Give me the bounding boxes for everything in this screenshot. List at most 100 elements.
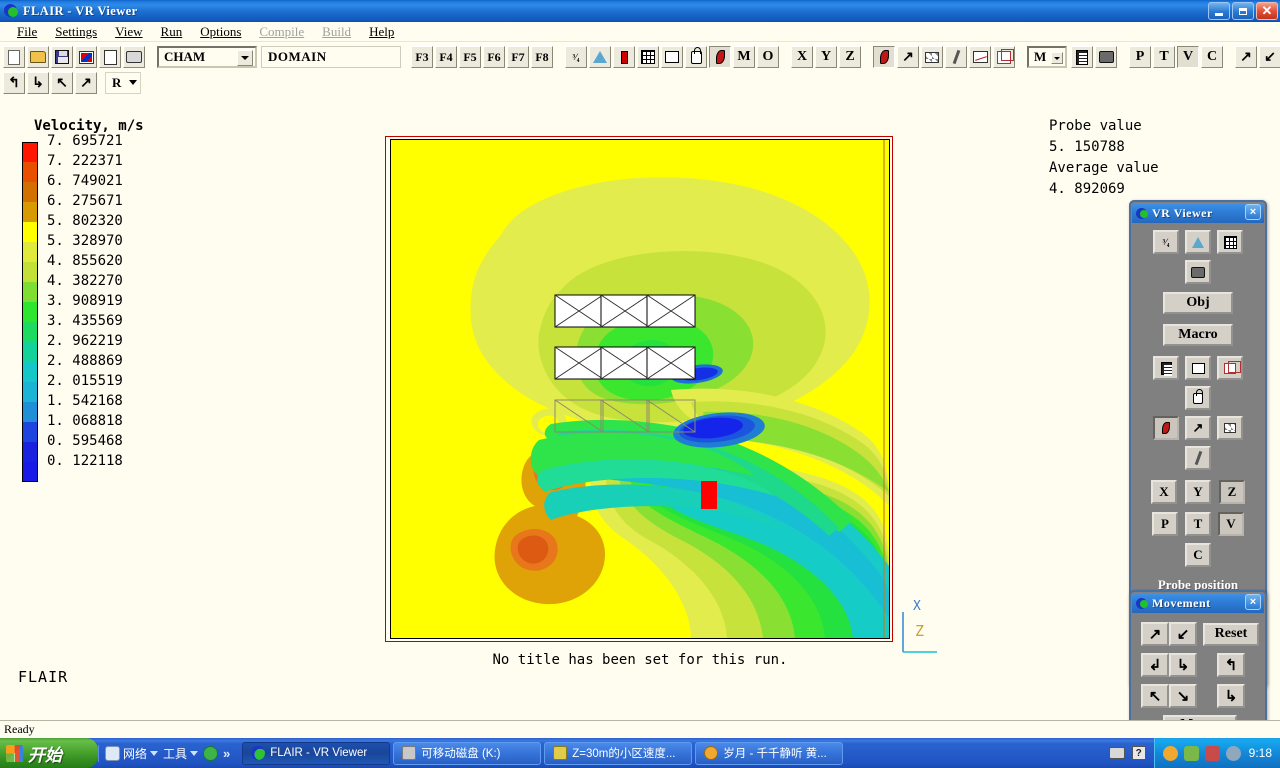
velocity-button[interactable]: V <box>1218 512 1244 536</box>
menu-options[interactable]: Options <box>191 23 250 41</box>
print-button[interactable] <box>123 46 145 68</box>
fkey-f6-button[interactable]: F6 <box>483 46 505 68</box>
reload-button[interactable] <box>99 46 121 68</box>
pressure-button[interactable]: P <box>1129 46 1151 68</box>
chevron-down-icon[interactable] <box>150 751 158 756</box>
zoom-in-button[interactable]: ↗ <box>1235 46 1257 68</box>
rotate-up-button[interactable]: ↰ <box>3 72 25 94</box>
rotate-ccw-button[interactable]: ↳ <box>1217 684 1245 708</box>
velocity-button[interactable]: V <box>1177 46 1199 68</box>
axis-x-button[interactable]: X <box>1151 480 1177 504</box>
plot-area[interactable]: X Z No title has been set for this run. <box>385 136 893 642</box>
move-up-right-button[interactable]: ↗ <box>1141 622 1169 646</box>
vector-button[interactable]: ↗ <box>1185 416 1211 440</box>
camera-button[interactable] <box>1185 260 1211 284</box>
fraction-button[interactable]: ³⁄₄ <box>565 46 587 68</box>
quicklaunch-item-network[interactable]: 网络 <box>105 745 158 762</box>
outline-button[interactable] <box>661 46 683 68</box>
streamline-button[interactable] <box>921 46 943 68</box>
cube-button[interactable] <box>1217 356 1243 380</box>
rotate-left-button[interactable]: ↖ <box>51 72 73 94</box>
fkey-f7-button[interactable]: F7 <box>507 46 529 68</box>
volume-muted-icon[interactable] <box>1205 746 1220 761</box>
iso-button[interactable] <box>945 46 967 68</box>
menu-file[interactable]: File <box>8 23 46 41</box>
taskbar-item-removable-disk[interactable]: 可移动磁盘 (K:) <box>393 742 541 765</box>
concentration-button[interactable]: C <box>1185 543 1211 567</box>
taskbar-item-music-player[interactable]: 岁月 - 千千静听 黄... <box>695 742 843 765</box>
quicklaunch-overflow-button[interactable]: » <box>223 746 230 761</box>
lock-button[interactable] <box>685 46 707 68</box>
red-marker-button[interactable] <box>613 46 635 68</box>
axis-x-button[interactable]: X <box>791 46 813 68</box>
quicklaunch-item-tools[interactable]: 工具 <box>163 745 198 762</box>
menu-run[interactable]: Run <box>152 23 192 41</box>
fkey-f8-button[interactable]: F8 <box>531 46 553 68</box>
axis-z-button[interactable]: Z <box>1219 480 1245 504</box>
close-button[interactable]: ✕ <box>1256 2 1278 20</box>
cone-button[interactable] <box>589 46 611 68</box>
obj-button[interactable]: Obj <box>1163 292 1233 314</box>
case-combo[interactable]: CHAM <box>157 46 257 68</box>
camera-button[interactable] <box>1095 46 1117 68</box>
movement-panel[interactable]: Movement × ↗ ↙ Reset ↲ ↳ <box>1129 590 1267 740</box>
macro-button[interactable]: Macro <box>1163 324 1233 346</box>
lock-button[interactable] <box>1185 386 1211 410</box>
rotate-down-button[interactable]: ↳ <box>27 72 49 94</box>
start-button[interactable]: 开始 <box>0 738 98 768</box>
axis-z-button[interactable]: Z <box>839 46 861 68</box>
chevron-down-icon[interactable] <box>237 50 253 66</box>
vr-viewer-close-button[interactable]: × <box>1245 204 1261 220</box>
vector-button[interactable]: ↗ <box>897 46 919 68</box>
film-button[interactable] <box>1071 46 1093 68</box>
user-icon[interactable] <box>1163 746 1178 761</box>
mode-combo[interactable]: M <box>1027 46 1067 68</box>
iso-button[interactable] <box>1185 446 1211 470</box>
taskbar-item-flair[interactable]: FLAIR - VR Viewer <box>242 742 390 765</box>
chevron-down-icon[interactable] <box>190 751 198 756</box>
open-file-button[interactable] <box>27 46 49 68</box>
temperature-button[interactable]: T <box>1185 512 1211 536</box>
object-o-button[interactable]: O <box>757 46 779 68</box>
mesh-m-button[interactable]: M <box>733 46 755 68</box>
mesh-grid-button[interactable] <box>637 46 659 68</box>
image-button[interactable] <box>75 46 97 68</box>
new-file-button[interactable] <box>3 46 25 68</box>
concentration-button[interactable]: C <box>1201 46 1223 68</box>
contour-fill-button[interactable] <box>1153 416 1179 440</box>
resolution-combo[interactable]: R <box>105 72 141 94</box>
fraction-button[interactable]: ³⁄₄ <box>1153 230 1179 254</box>
taskbar-clock[interactable]: 9:18 <box>1249 746 1272 760</box>
move-down-left-button[interactable]: ↙ <box>1169 622 1197 646</box>
move-left-button[interactable]: ↲ <box>1141 653 1169 677</box>
rotate-right-button[interactable]: ↗ <box>75 72 97 94</box>
move-right-button[interactable]: ↳ <box>1169 653 1197 677</box>
fkey-f5-button[interactable]: F5 <box>459 46 481 68</box>
move-forward-button[interactable]: ↘ <box>1169 684 1197 708</box>
help-icon[interactable]: ? <box>1132 746 1146 760</box>
temperature-button[interactable]: T <box>1153 46 1175 68</box>
network-activity-icon[interactable] <box>1184 746 1199 761</box>
reset-button[interactable]: Reset <box>1203 623 1259 646</box>
rotate-cw-button[interactable]: ↰ <box>1217 653 1245 677</box>
zoom-out-button[interactable]: ↙ <box>1259 46 1280 68</box>
taskbar-item-z30m[interactable]: Z=30m的小区速度... <box>544 742 692 765</box>
mesh-grid-button[interactable] <box>1217 230 1243 254</box>
contour-toggle-button[interactable] <box>709 46 731 68</box>
restore-button[interactable] <box>1232 2 1254 20</box>
cone-button[interactable] <box>1185 230 1211 254</box>
contour-fill-button[interactable] <box>873 46 895 68</box>
chevron-down-icon[interactable] <box>1051 52 1063 64</box>
axis-y-button[interactable]: Y <box>815 46 837 68</box>
film-button[interactable] <box>1153 356 1179 380</box>
minimize-button[interactable] <box>1208 2 1230 20</box>
axis-y-button[interactable]: Y <box>1185 480 1211 504</box>
outline-button[interactable] <box>1185 356 1211 380</box>
shield-icon[interactable] <box>1226 746 1241 761</box>
object-name-field[interactable]: DOMAIN <box>261 46 401 68</box>
movement-close-button[interactable]: × <box>1245 594 1261 610</box>
menu-view[interactable]: View <box>106 23 151 41</box>
fkey-f4-button[interactable]: F4 <box>435 46 457 68</box>
chevron-down-icon[interactable] <box>129 80 137 85</box>
fkey-f3-button[interactable]: F3 <box>411 46 433 68</box>
